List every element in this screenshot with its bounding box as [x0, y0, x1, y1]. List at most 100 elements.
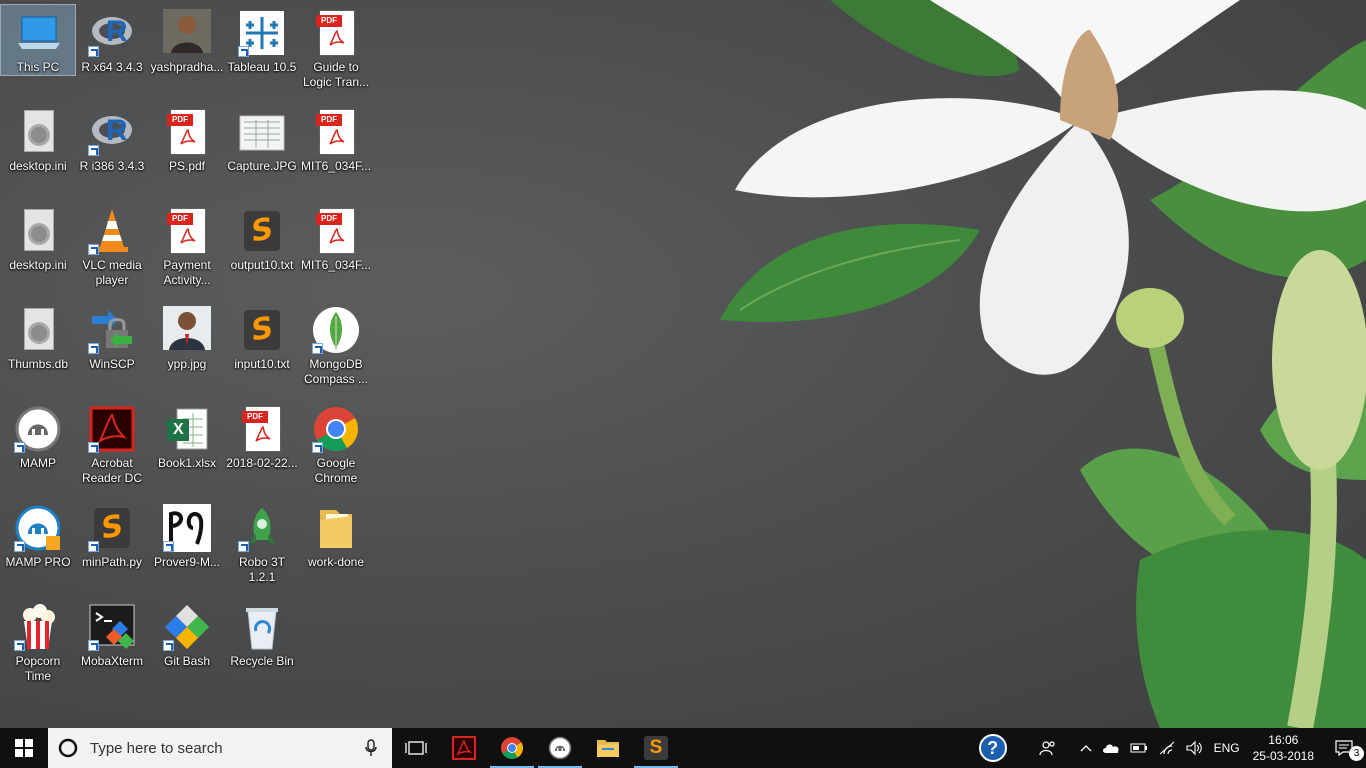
this-pc-icon[interactable]: This PC	[0, 4, 76, 76]
r-i386-icon[interactable]: R R i386 3.4.3	[75, 104, 149, 196]
sublime-glyph: S	[101, 508, 123, 547]
icon-label: ypp.jpg	[167, 357, 207, 371]
taskbar-sublime-button[interactable]: S	[632, 728, 680, 768]
notification-count-badge: 3	[1349, 746, 1364, 761]
icon-label: input10.txt	[234, 357, 290, 371]
acrobat-icon	[452, 736, 476, 760]
sublime-glyph: S	[649, 737, 663, 758]
icon-label: MongoDB Compass ...	[303, 357, 369, 386]
battery-tray-button[interactable]	[1125, 728, 1153, 768]
people-button[interactable]	[1021, 728, 1075, 768]
book1-xlsx-icon[interactable]: X Book1.xlsx	[150, 401, 224, 493]
chevron-up-icon	[1080, 745, 1092, 752]
sublime-glyph: S	[251, 211, 273, 250]
settings-file-icon	[14, 207, 62, 255]
r-logo-icon: R	[88, 9, 136, 57]
icon-label: yashpradha...	[150, 60, 224, 74]
taskbar-chrome-button[interactable]	[488, 728, 536, 768]
icon-label: Book1.xlsx	[157, 456, 217, 470]
taskbar-search-box[interactable]	[48, 728, 392, 768]
icon-label: Thumbs.db	[7, 357, 69, 371]
ypp-jpg-icon[interactable]: ypp.jpg	[150, 302, 224, 394]
yashpradhan-photo-icon[interactable]: yashpradha...	[150, 5, 224, 97]
taskbar-file-explorer-button[interactable]	[584, 728, 632, 768]
photo-thumbnail-icon	[163, 306, 211, 354]
pdf-file-icon: PDF	[238, 405, 286, 453]
recycle-bin-icon-image	[238, 603, 286, 651]
cortana-circle-icon	[58, 738, 78, 758]
input10-txt-icon[interactable]: S input10.txt	[225, 302, 299, 394]
payment-activity-pdf-icon[interactable]: PDF Payment Activity...	[150, 203, 224, 295]
pdf-file-icon: PDF	[312, 207, 360, 255]
network-tray-button[interactable]	[1153, 728, 1181, 768]
pdf-file-icon: PDF	[163, 108, 211, 156]
monitor-icon	[14, 9, 62, 57]
icon-label: Robo 3T 1.2.1	[238, 555, 286, 584]
icon-label: MobaXterm	[80, 654, 144, 668]
task-view-icon	[405, 741, 427, 755]
clock-time: 16:06	[1268, 733, 1299, 747]
r-letter: R	[106, 15, 128, 48]
padlock-icon	[88, 306, 136, 354]
elephant-icon	[14, 405, 62, 453]
start-button[interactable]	[0, 728, 48, 768]
output10-txt-icon[interactable]: S output10.txt	[225, 203, 299, 295]
winscp-icon[interactable]: WinSCP	[75, 302, 149, 394]
task-view-button[interactable]	[392, 728, 440, 768]
mamp-pro-icon[interactable]: MAMP PRO	[1, 500, 75, 592]
desktop-ini-icon[interactable]: desktop.ini	[1, 104, 75, 196]
prover9-icon[interactable]: Prover9-M...	[150, 500, 224, 592]
git-bash-icon[interactable]: Git Bash	[150, 599, 224, 691]
mamp-icon[interactable]: MAMP	[1, 401, 75, 493]
icon-label: Guide to Logic Tran...	[302, 60, 370, 89]
icon-label: Capture.JPG	[227, 159, 297, 173]
mit6-034f-pdf-icon-2[interactable]: PDF MIT6_034F...	[299, 203, 373, 295]
folder-icon	[312, 504, 360, 552]
terminal-icon	[88, 603, 136, 651]
work-done-folder-icon[interactable]: work-done	[299, 500, 373, 592]
acrobat-reader-icon[interactable]: Acrobat Reader DC	[75, 401, 149, 493]
windows-logo-icon	[15, 739, 33, 757]
onedrive-tray-button[interactable]	[1097, 728, 1125, 768]
ps-pdf-icon[interactable]: PDF PS.pdf	[150, 104, 224, 196]
icon-label: R i386 3.4.3	[79, 159, 145, 173]
sublime-text-icon: S	[238, 306, 286, 354]
thumbs-db-icon[interactable]: Thumbs.db	[1, 302, 75, 394]
desktop-ini-icon-2[interactable]: desktop.ini	[1, 203, 75, 295]
pdf-2018-02-22-icon[interactable]: PDF 2018-02-22...	[225, 401, 299, 493]
help-icon: ?	[978, 734, 1007, 762]
mobaxterm-icon[interactable]: MobaXterm	[75, 599, 149, 691]
robo-3t-icon[interactable]: Robo 3T 1.2.1	[225, 500, 299, 592]
volume-tray-button[interactable]	[1181, 728, 1209, 768]
tableau-logo-icon	[238, 9, 286, 57]
icon-label: 2018-02-22...	[226, 456, 298, 470]
vlc-icon[interactable]: VLC media player	[75, 203, 149, 295]
taskbar-mamp-button[interactable]	[536, 728, 584, 768]
microphone-icon[interactable]	[364, 739, 378, 757]
language-indicator[interactable]: ENG	[1209, 728, 1245, 768]
mit6-034f-pdf-icon[interactable]: PDF MIT6_034F...	[299, 104, 373, 196]
acrobat-icon	[88, 405, 136, 453]
popcorn-time-icon[interactable]: Popcorn Time	[1, 599, 75, 691]
r-letter: R	[106, 114, 128, 147]
r-x64-icon[interactable]: R R x64 3.4.3	[75, 5, 149, 97]
help-button[interactable]: ?	[965, 728, 1021, 768]
taskbar-clock[interactable]: 16:06 25-03-2018	[1245, 732, 1322, 764]
capture-jpg-icon[interactable]: Capture.JPG	[225, 104, 299, 196]
pdf-tag: PDF	[316, 15, 342, 27]
recycle-bin-icon[interactable]: Recycle Bin	[225, 599, 299, 691]
google-chrome-icon[interactable]: Google Chrome	[299, 401, 373, 493]
pdf-tag: PDF	[167, 114, 193, 126]
show-hidden-icons-button[interactable]	[1075, 728, 1097, 768]
search-input[interactable]	[88, 738, 352, 758]
minpath-py-icon[interactable]: S minPath.py	[75, 500, 149, 592]
mongodb-compass-icon[interactable]: MongoDB Compass ...	[299, 302, 373, 394]
icon-label: minPath.py	[81, 555, 143, 569]
taskbar-acrobat-button[interactable]	[440, 728, 488, 768]
icon-label: work-done	[307, 555, 365, 569]
action-center-button[interactable]: 3	[1322, 728, 1366, 768]
speaker-icon	[1186, 740, 1202, 756]
tableau-icon[interactable]: Tableau 10.5	[225, 5, 299, 97]
guide-logic-pdf-icon[interactable]: PDF Guide to Logic Tran...	[299, 5, 373, 97]
pdf-tag: PDF	[316, 114, 342, 126]
